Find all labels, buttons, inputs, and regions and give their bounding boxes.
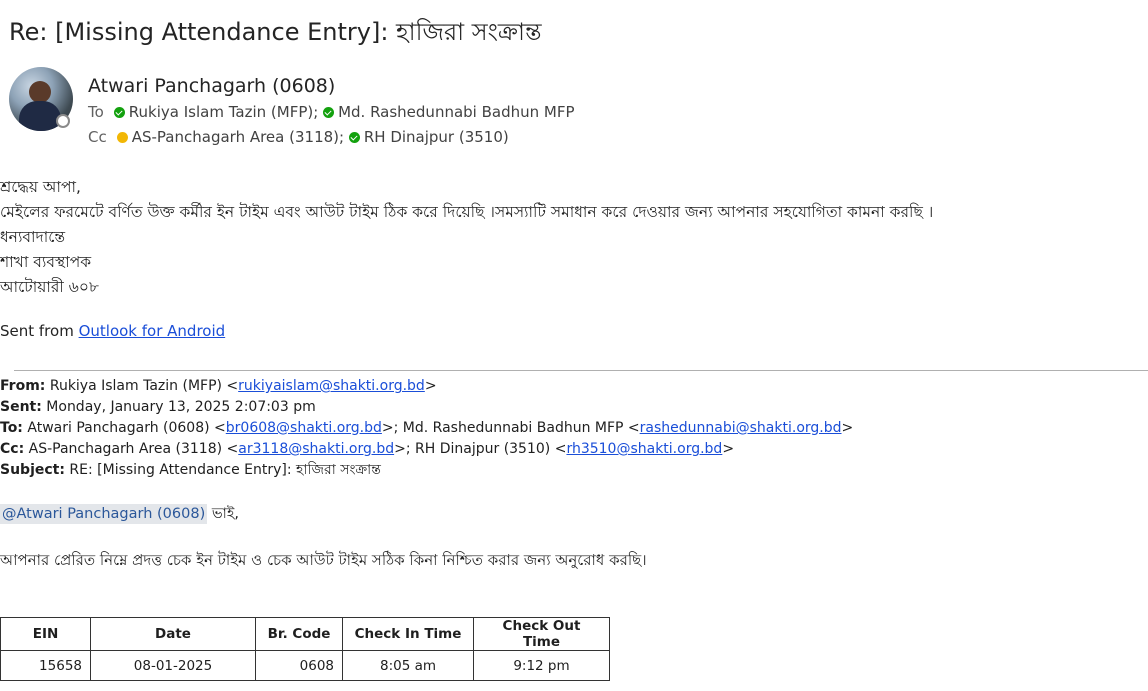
- table-cell: 0608: [255, 650, 343, 681]
- quoted-header: From: Rukiya Islam Tazin (MFP) <rukiyais…: [0, 376, 853, 481]
- column-header: Check Out Time: [473, 617, 610, 651]
- column-header: EIN: [0, 617, 91, 651]
- body-line: শ্রদ্ধেয় আপা,: [0, 178, 81, 196]
- presence-away-icon: [116, 132, 128, 143]
- body-line: আটোয়ারী ৬০৮: [0, 278, 99, 296]
- column-header: Br. Code: [255, 617, 343, 651]
- to-email-link-1[interactable]: br0608@shakti.org.bd: [226, 420, 382, 436]
- sent-label: Sent:: [0, 399, 42, 415]
- table-row: 15658 08-01-2025 0608 8:05 am 9:12 pm: [0, 650, 610, 681]
- cc-email-link-1[interactable]: ar3118@shakti.org.bd: [238, 441, 394, 457]
- message-body: শ্রদ্ধেয় আপা, মেইলের ফরমেটে বর্ণিত উক্ত…: [0, 175, 933, 300]
- to-label: To: [88, 103, 104, 121]
- table-cell: 15658: [0, 650, 91, 681]
- quoted-cc: Cc: AS-Panchagarh Area (3118) <ar3118@sh…: [0, 441, 735, 457]
- quoted-subject-value: RE: [Missing Attendance Entry]: হাজিরা স…: [64, 462, 381, 478]
- quoted-subject: Subject: RE: [Missing Attendance Entry]:…: [0, 460, 853, 481]
- outlook-android-link[interactable]: Outlook for Android: [79, 322, 226, 340]
- cc-name-2: >; RH Dinajpur (3510) <: [394, 441, 567, 457]
- body-line: ধন্যবাদান্তে: [0, 228, 66, 246]
- cc-email-link-2[interactable]: rh3510@shakti.org.bd: [566, 441, 722, 457]
- to-line: To Rukiya Islam Tazin (MFP); Md. Rashedun…: [88, 103, 575, 121]
- from-email-link[interactable]: rukiyaislam@shakti.org.bd: [238, 378, 425, 394]
- column-header: Check In Time: [342, 617, 474, 651]
- from-label: From:: [0, 378, 46, 394]
- email-subject: Re: [Missing Attendance Entry]: হাজিরা স…: [9, 18, 542, 46]
- body-line: শাখা ব্যবস্থাপক: [0, 253, 92, 271]
- from-name: Rukiya Islam Tazin (MFP) <: [45, 378, 239, 394]
- mention-line: @Atwari Panchagarh (0608) ভাই,: [0, 503, 239, 527]
- request-text: আপনার প্রেরিত নিম্নে প্রদত্ত চেক ইন টাইম…: [0, 551, 647, 569]
- table-cell: 9:12 pm: [473, 650, 610, 681]
- sender-name[interactable]: Atwari Panchagarh (0608): [88, 75, 335, 97]
- to-email-link-2[interactable]: rashedunnabi@shakti.org.bd: [640, 420, 842, 436]
- quoted-to-label: To:: [0, 420, 23, 436]
- quoted-cc-label: Cc:: [0, 441, 25, 457]
- table-cell: 08-01-2025: [90, 650, 256, 681]
- quoted-sent: Sent: Monday, January 13, 2025 2:07:03 p…: [0, 397, 853, 418]
- sent-from: Sent from Outlook for Android: [0, 322, 225, 340]
- cc-line: Cc AS-Panchagarh Area (3118); RH Dinajpur…: [88, 128, 509, 146]
- mention-tag[interactable]: @Atwari Panchagarh (0608): [0, 504, 208, 524]
- column-header: Date: [90, 617, 256, 651]
- table-header-row: EIN Date Br. Code Check In Time Check Ou…: [0, 617, 610, 651]
- cc-recipient-1[interactable]: AS-Panchagarh Area (3118);: [132, 128, 344, 146]
- cc-label: Cc: [88, 128, 107, 146]
- quoted-to: To: Atwari Panchagarh (0608) <br0608@sha…: [0, 420, 854, 436]
- body-line: মেইলের ফরমেটে বর্ণিত উক্ত কর্মীর ইন টাইম…: [0, 203, 934, 221]
- quoted-from: From: Rukiya Islam Tazin (MFP) <rukiyais…: [0, 378, 437, 394]
- cc-name-1: AS-Panchagarh Area (3118) <: [24, 441, 239, 457]
- attendance-table: EIN Date Br. Code Check In Time Check Ou…: [0, 617, 610, 681]
- to-recipient-2[interactable]: Md. Rashedunnabi Badhun MFP: [338, 103, 574, 121]
- presence-available-icon: [113, 107, 125, 118]
- to-recipient-1[interactable]: Rukiya Islam Tazin (MFP);: [129, 103, 319, 121]
- cc-recipient-2[interactable]: RH Dinajpur (3510): [364, 128, 509, 146]
- quoted-subject-label: Subject:: [0, 462, 65, 478]
- sent-value: Monday, January 13, 2025 2:07:03 pm: [41, 399, 316, 415]
- table-cell: 8:05 am: [342, 650, 474, 681]
- divider: [14, 370, 1148, 371]
- to-name-1: Atwari Panchagarh (0608) <: [22, 420, 226, 436]
- presence-offline-icon: [56, 114, 70, 128]
- presence-available-icon: [348, 132, 360, 143]
- presence-available-icon: [323, 107, 335, 118]
- sent-from-prefix: Sent from: [0, 322, 79, 340]
- to-name-2: >; Md. Rashedunnabi Badhun MFP <: [381, 420, 640, 436]
- mention-suffix: ভাই,: [207, 506, 240, 522]
